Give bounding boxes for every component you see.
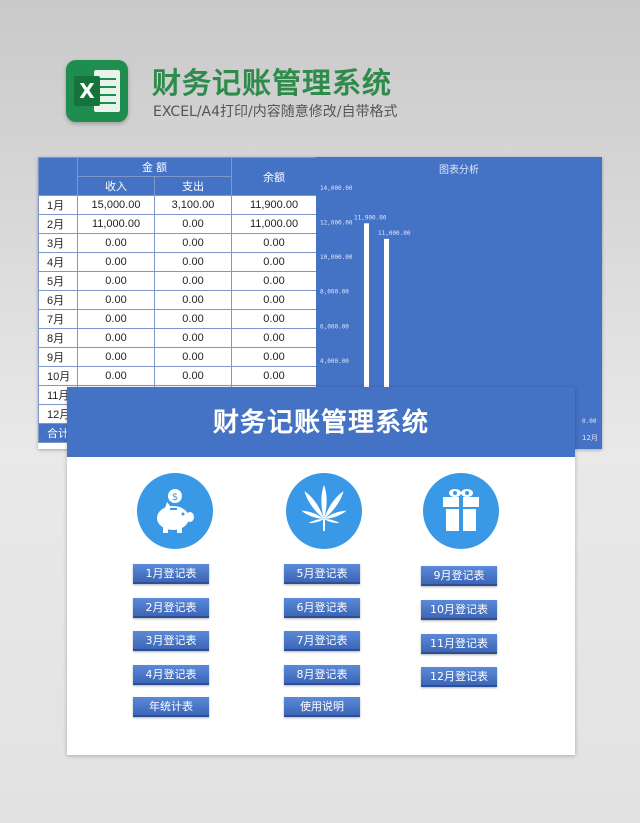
income-cell: 0.00 bbox=[77, 366, 155, 386]
expense-cell: 3,100.00 bbox=[154, 195, 232, 215]
balance-header: 余额 bbox=[231, 157, 317, 196]
nav-button-1-1[interactable]: 1月登记表 bbox=[133, 564, 209, 584]
table-row: 9月 0.00 0.00 0.00 bbox=[38, 347, 317, 367]
month-cell: 4月 bbox=[38, 252, 78, 272]
nav-button-1-5[interactable]: 年统计表 bbox=[133, 697, 209, 717]
page-title: 财务记账管理系统 bbox=[152, 66, 393, 100]
data-label: 11,000.00 bbox=[378, 230, 411, 237]
table-row: 4月 0.00 0.00 0.00 bbox=[38, 252, 317, 272]
balance-cell: 0.00 bbox=[231, 309, 317, 329]
y-tick-label: 4,000.00 bbox=[320, 358, 349, 365]
income-cell: 0.00 bbox=[77, 328, 155, 348]
table-row: 1月 15,000.00 3,100.00 11,900.00 bbox=[38, 195, 317, 215]
excel-logo-icon: X bbox=[66, 60, 128, 122]
expense-cell: 0.00 bbox=[154, 366, 232, 386]
month-cell: 6月 bbox=[38, 290, 78, 310]
table-row: 5月 0.00 0.00 0.00 bbox=[38, 271, 317, 291]
balance-cell: 0.00 bbox=[231, 347, 317, 367]
month-cell: 9月 bbox=[38, 347, 78, 367]
expense-header: 支出 bbox=[154, 176, 232, 196]
nav-button-3-1[interactable]: 9月登记表 bbox=[421, 566, 497, 586]
month-cell: 3月 bbox=[38, 233, 78, 253]
income-cell: 15,000.00 bbox=[77, 195, 155, 215]
balance-cell: 11,000.00 bbox=[231, 214, 317, 234]
table-row: 10月 0.00 0.00 0.00 bbox=[38, 366, 317, 386]
table-row: 7月 0.00 0.00 0.00 bbox=[38, 309, 317, 329]
leaf-icon bbox=[286, 473, 362, 549]
nav-button-1-3[interactable]: 3月登记表 bbox=[133, 631, 209, 651]
month-cell: 2月 bbox=[38, 214, 78, 234]
table-row: 6月 0.00 0.00 0.00 bbox=[38, 290, 317, 310]
nav-button-2-3[interactable]: 7月登记表 bbox=[284, 631, 360, 651]
expense-cell: 0.00 bbox=[154, 252, 232, 272]
gift-icon bbox=[423, 473, 499, 549]
expense-cell: 0.00 bbox=[154, 347, 232, 367]
income-cell: 0.00 bbox=[77, 271, 155, 291]
table-row: 3月 0.00 0.00 0.00 bbox=[38, 233, 317, 253]
nav-button-3-3[interactable]: 11月登记表 bbox=[421, 634, 497, 654]
y-tick-label: 6,000.00 bbox=[320, 323, 349, 330]
chart-title: 图表分析 bbox=[439, 163, 479, 176]
income-cell: 0.00 bbox=[77, 252, 155, 272]
table-row: 8月 0.00 0.00 0.00 bbox=[38, 328, 317, 348]
nav-button-1-2[interactable]: 2月登记表 bbox=[133, 598, 209, 618]
data-label: 0.00 bbox=[582, 418, 597, 425]
nav-button-3-2[interactable]: 10月登记表 bbox=[421, 600, 497, 620]
piggy-bank-icon: $ bbox=[137, 473, 213, 549]
income-cell: 0.00 bbox=[77, 347, 155, 367]
y-tick-label: 14,000.00 bbox=[320, 185, 353, 192]
income-cell: 0.00 bbox=[77, 233, 155, 253]
panel-banner-title: 财务记账管理系统 bbox=[67, 387, 575, 457]
month-cell: 10月 bbox=[38, 366, 78, 386]
month-header bbox=[38, 157, 78, 196]
balance-cell: 0.00 bbox=[231, 252, 317, 272]
expense-cell: 0.00 bbox=[154, 328, 232, 348]
month-cell: 8月 bbox=[38, 328, 78, 348]
balance-cell: 0.00 bbox=[231, 271, 317, 291]
income-cell: 0.00 bbox=[77, 309, 155, 329]
nav-button-2-4[interactable]: 8月登记表 bbox=[284, 665, 360, 685]
y-tick-label: 8,000.00 bbox=[320, 289, 349, 296]
amount-group-header: 金 额 bbox=[77, 157, 232, 177]
table-row: 2月 11,000.00 0.00 11,000.00 bbox=[38, 214, 317, 234]
income-cell: 0.00 bbox=[77, 290, 155, 310]
balance-cell: 0.00 bbox=[231, 366, 317, 386]
x-tick-label: 12月 bbox=[582, 434, 598, 442]
month-cell: 5月 bbox=[38, 271, 78, 291]
expense-cell: 0.00 bbox=[154, 214, 232, 234]
balance-cell: 0.00 bbox=[231, 290, 317, 310]
nav-button-3-4[interactable]: 12月登记表 bbox=[421, 667, 497, 687]
balance-cell: 0.00 bbox=[231, 233, 317, 253]
expense-cell: 0.00 bbox=[154, 271, 232, 291]
income-header: 收入 bbox=[77, 176, 155, 196]
nav-button-2-2[interactable]: 6月登记表 bbox=[284, 598, 360, 618]
nav-button-2-1[interactable]: 5月登记表 bbox=[284, 564, 360, 584]
navigation-panel: 财务记账管理系统 $ 1月登记表 2月登记表 3月登记表 4月登记表 年统计表 … bbox=[67, 387, 575, 755]
income-cell: 11,000.00 bbox=[77, 214, 155, 234]
svg-text:$: $ bbox=[172, 492, 178, 503]
month-cell: 7月 bbox=[38, 309, 78, 329]
y-tick-label: 12,000.00 bbox=[320, 220, 353, 227]
balance-cell: 11,900.00 bbox=[231, 195, 317, 215]
expense-cell: 0.00 bbox=[154, 309, 232, 329]
excel-x-mark: X bbox=[74, 76, 100, 106]
balance-cell: 0.00 bbox=[231, 328, 317, 348]
expense-cell: 0.00 bbox=[154, 233, 232, 253]
data-label: 11,900.00 bbox=[354, 214, 387, 221]
nav-button-1-4[interactable]: 4月登记表 bbox=[133, 665, 209, 685]
y-tick-label: 10,000.00 bbox=[320, 254, 353, 261]
nav-button-2-5[interactable]: 使用说明 bbox=[284, 697, 360, 717]
expense-cell: 0.00 bbox=[154, 290, 232, 310]
month-cell: 1月 bbox=[38, 195, 78, 215]
page-subtitle: EXCEL/A4打印/内容随意修改/自带格式 bbox=[153, 104, 398, 120]
